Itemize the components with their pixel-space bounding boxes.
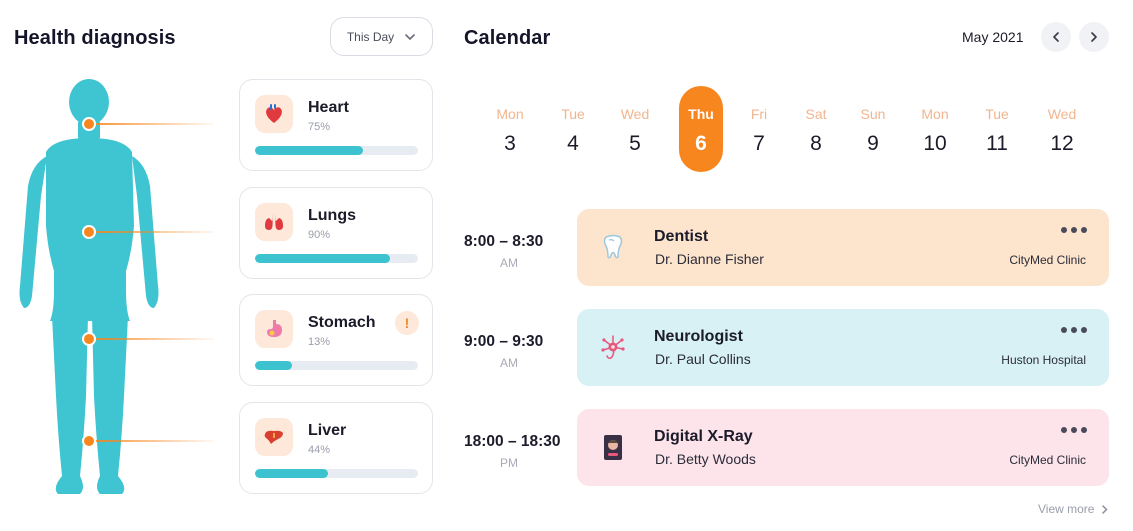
day-name: Tue (985, 106, 1009, 122)
appointment-clinic: CityMed Clinic (1009, 253, 1086, 267)
day-date: 11 (986, 132, 1008, 155)
organ-progress-bar (255, 469, 418, 478)
body-figure (14, 76, 224, 506)
organ-progress-bar (255, 146, 418, 155)
appointment-clinic: CityMed Clinic (1009, 453, 1086, 467)
period-dropdown-label: This Day (346, 29, 395, 44)
appointment-card-neurologist[interactable]: Neurologist Dr. Paul Collins Huston Hosp… (577, 309, 1109, 386)
xray-icon (595, 429, 631, 465)
stomach-icon (255, 310, 293, 348)
human-body-silhouette (19, 79, 159, 494)
organ-name: Lungs (308, 207, 356, 224)
organ-progress-fill (255, 146, 363, 155)
appointment-type: Digital X-Ray (654, 428, 753, 445)
more-options-icon[interactable] (1061, 427, 1087, 433)
organ-progress-fill (255, 254, 391, 263)
chevron-down-icon (405, 33, 415, 40)
appointment-doctor: Dr. Betty Woods (655, 451, 756, 467)
day-item[interactable]: Sat 8 (794, 86, 838, 172)
appointment-time-range: 8:00 – 8:30 (464, 233, 544, 250)
day-item[interactable]: Mon 10 (913, 86, 957, 172)
organ-percent: 13% (308, 336, 331, 348)
day-name: Mon (921, 106, 949, 122)
day-item[interactable]: Fri 7 (737, 86, 781, 172)
appointment-ampm: AM (500, 356, 518, 370)
tooth-icon (595, 229, 631, 265)
organ-card-stomach[interactable]: Stomach 13% ! (239, 294, 433, 386)
appointment-time: 18:00 – 18:30 PM (464, 433, 574, 470)
day-name: Wed (620, 106, 650, 122)
period-dropdown[interactable]: This Day (330, 17, 433, 56)
neuron-icon (595, 329, 631, 365)
appointment-doctor: Dr. Paul Collins (655, 351, 751, 367)
day-date: 4 (567, 132, 579, 155)
appointment-clinic: Huston Hospital (1001, 353, 1086, 367)
calendar-title: Calendar (464, 27, 551, 49)
chevron-right-icon (1102, 504, 1108, 514)
organ-name: Stomach (308, 314, 376, 331)
appointment-doctor: Dr. Dianne Fisher (655, 251, 764, 267)
organ-percent: 75% (308, 121, 331, 133)
appointment-time: 8:00 – 8:30 AM (464, 233, 574, 270)
day-name: Fri (750, 106, 768, 122)
organ-progress-bar (255, 254, 418, 263)
organ-card-heart[interactable]: Heart 75% (239, 79, 433, 171)
view-more-link[interactable]: View more (1038, 502, 1109, 516)
day-name: Sun (860, 106, 886, 122)
appointment-time: 9:00 – 9:30 AM (464, 333, 574, 370)
day-date: 5 (629, 132, 641, 155)
appointment-time-range: 9:00 – 9:30 (464, 333, 544, 350)
alert-icon: ! (395, 311, 419, 335)
liver-icon (255, 418, 293, 456)
organ-progress-fill (255, 469, 329, 478)
appointment-ampm: PM (500, 456, 518, 470)
organ-card-lungs[interactable]: Lungs 90% (239, 187, 433, 279)
heart-organ-icon (255, 95, 293, 133)
health-diagnosis-title: Health diagnosis (14, 27, 176, 49)
day-item[interactable]: Sun 9 (851, 86, 895, 172)
day-name: Tue (561, 106, 585, 122)
prev-month-button[interactable] (1041, 22, 1071, 52)
chevron-left-icon (1053, 32, 1059, 42)
more-options-icon[interactable] (1061, 327, 1087, 333)
appointment-card-dentist[interactable]: Dentist Dr. Dianne Fisher CityMed Clinic (577, 209, 1109, 286)
appointment-ampm: AM (500, 256, 518, 270)
month-label: May 2021 (962, 29, 1024, 45)
organ-percent: 44% (308, 444, 331, 456)
appointment-type: Dentist (654, 228, 709, 245)
day-name: Mon (496, 106, 524, 122)
appointment-type: Neurologist (654, 328, 743, 345)
day-name: Thu (688, 106, 714, 122)
organ-progress-bar (255, 361, 418, 370)
day-item[interactable]: Tue 11 (975, 86, 1019, 172)
view-more-label: View more (1038, 502, 1095, 516)
organ-name: Liver (308, 422, 347, 439)
more-options-icon[interactable] (1061, 227, 1087, 233)
day-item[interactable]: Wed 12 (1040, 86, 1084, 172)
day-date: 10 (923, 132, 947, 155)
next-month-button[interactable] (1079, 22, 1109, 52)
appointment-time-range: 18:00 – 18:30 (464, 433, 561, 450)
day-date: 3 (504, 132, 516, 155)
day-item[interactable]: Tue 4 (551, 86, 595, 172)
organ-card-liver[interactable]: Liver 44% (239, 402, 433, 494)
day-name: Wed (1047, 106, 1077, 122)
organ-progress-fill (255, 361, 293, 370)
day-item[interactable]: Mon 3 (488, 86, 532, 172)
day-date: 8 (810, 132, 822, 155)
day-date: 9 (867, 132, 879, 155)
day-date: 12 (1050, 132, 1074, 155)
organ-name: Heart (308, 99, 349, 116)
day-date: 7 (753, 132, 765, 155)
organ-percent: 90% (308, 229, 331, 241)
day-item-selected[interactable]: Thu 6 (679, 86, 723, 172)
day-item[interactable]: Wed 5 (613, 86, 657, 172)
day-name: Sat (805, 106, 827, 122)
day-date: 6 (695, 132, 707, 155)
chevron-right-icon (1091, 32, 1097, 42)
appointment-card-xray[interactable]: Digital X-Ray Dr. Betty Woods CityMed Cl… (577, 409, 1109, 486)
lungs-icon (255, 203, 293, 241)
